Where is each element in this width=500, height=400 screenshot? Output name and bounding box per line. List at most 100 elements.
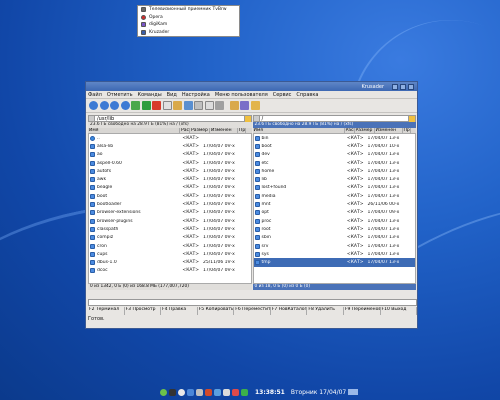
bookmark-star-icon[interactable] (408, 115, 415, 122)
media-icon[interactable] (205, 388, 212, 396)
file-row[interactable]: awk <КАТ> 17/04/07 09...r-x (89, 175, 251, 183)
file-row[interactable]: browser-plugins <КАТ> 17/04/07 09...r-x (89, 217, 251, 225)
file-row[interactable]: boot <КАТ>17/04/07 10...r-x (254, 142, 416, 150)
maximize-button[interactable] (400, 83, 406, 90)
launcher-item-tvbrw[interactable]: Телевизионный приемник TvBrw (138, 6, 239, 14)
file-row[interactable]: bootloader <КАТ> 17/04/07 09...r-x (89, 200, 251, 208)
file-row[interactable]: dev <КАТ>17/04/07 13...r-x (254, 151, 416, 159)
clock-time[interactable]: 13:38:51 (255, 389, 285, 396)
file-row[interactable]: .. <КАТ> (89, 134, 251, 142)
left-path-bar[interactable]: /usr/lib (88, 115, 252, 122)
menu-user[interactable]: Меню пользователя (215, 92, 268, 98)
file-row[interactable]: boot <КАТ> 17/04/07 09...r-x (89, 192, 251, 200)
kmenu-icon[interactable] (160, 388, 167, 396)
desktop-pager-icon[interactable] (348, 389, 359, 395)
col-ext[interactable]: Расш (345, 128, 355, 133)
file-row[interactable]: dcoc <КАТ> 17/04/07 09...r-x (89, 267, 251, 275)
file-row[interactable]: home <КАТ>17/04/07 13...r-x (254, 167, 416, 175)
view-icon[interactable] (215, 101, 224, 110)
terminal-icon[interactable] (169, 388, 176, 396)
launcher-item-digikam[interactable]: digiKam (138, 21, 239, 29)
menu-help[interactable]: Справка (296, 92, 318, 98)
file-row[interactable]: lib <КАТ>17/04/07 13...r-x (254, 175, 416, 183)
col-size[interactable]: Размер (355, 128, 375, 133)
file-row[interactable]: dbus-1.0 <КАТ> 25/11/06 19...r-x (89, 258, 251, 266)
file-row[interactable]: opt <КАТ>17/04/07 09...r-x (254, 209, 416, 217)
file-row[interactable]: mnt <КАТ>26/11/06 00...r-x (254, 200, 416, 208)
col-modified[interactable]: Изменен (375, 128, 403, 133)
file-row[interactable]: bin <КАТ>17/04/07 13...r-x (254, 134, 416, 142)
col-ext[interactable]: Расш (180, 128, 190, 133)
launcher-item-krusader[interactable]: Kruzader (138, 29, 239, 37)
file-row[interactable]: beagle <КАТ> 17/04/07 09...r-x (89, 184, 251, 192)
col-perm[interactable]: Пр (238, 128, 246, 133)
launcher-item-opera[interactable]: Opera (138, 14, 239, 22)
file-row[interactable]: lost+found <КАТ>17/04/07 13...r-x (254, 184, 416, 192)
command-line-input[interactable] (88, 299, 417, 306)
col-name[interactable]: Имя (253, 128, 345, 133)
update-icon[interactable] (241, 388, 248, 396)
edit-icon[interactable] (250, 101, 260, 110)
paste-icon[interactable] (173, 101, 182, 110)
menu-file[interactable]: Файл (88, 92, 102, 98)
window-titlebar[interactable]: Krusader (86, 82, 417, 91)
menu-commands[interactable]: Команды (138, 92, 162, 98)
mail-icon[interactable] (196, 388, 203, 396)
search-icon[interactable] (204, 101, 214, 110)
menu-mark[interactable]: Отметить (107, 92, 133, 98)
tools-icon[interactable] (240, 101, 249, 110)
file-row[interactable]: sys <КАТ>17/04/07 13...r-x (254, 250, 416, 258)
file-row[interactable]: autofs <КАТ> 17/04/07 09...r-x (89, 167, 251, 175)
home-icon[interactable] (120, 101, 130, 110)
copy-icon[interactable] (162, 101, 172, 110)
right-file-list[interactable]: bin<КАТ>17/04/07 13...r-xboot<КАТ>17/04/… (252, 134, 416, 284)
file-row[interactable]: classpath <КАТ> 17/04/07 09...r-x (89, 225, 251, 233)
f4-edit-button[interactable]: F4 Правка (161, 307, 198, 315)
close-button[interactable] (408, 83, 414, 90)
col-perm[interactable]: Пр (403, 128, 411, 133)
menu-settings[interactable]: Настройка (182, 92, 210, 98)
filemanager-icon[interactable] (187, 388, 194, 396)
f7-mkdir-button[interactable]: F7 НовКаталог (270, 307, 308, 315)
network-icon[interactable] (214, 388, 221, 396)
sync-icon[interactable] (183, 101, 193, 110)
delete-icon[interactable] (152, 101, 161, 110)
col-size[interactable]: Размер (190, 128, 210, 133)
file-row[interactable]: sbin <КАТ>17/04/07 13...r-x (254, 234, 416, 242)
file-row[interactable]: root <КАТ>17/04/07 13...r-x (254, 225, 416, 233)
browser-icon[interactable] (178, 388, 185, 396)
forward-icon[interactable] (99, 101, 109, 110)
f9-rename-button[interactable]: F9 Переименовать (343, 307, 381, 315)
check-icon[interactable] (141, 101, 151, 110)
f5-copy-button[interactable]: F5 Копировать (197, 307, 235, 315)
f6-move-button[interactable]: F6 Переместить (234, 307, 271, 315)
file-row[interactable]: media <КАТ>17/04/07 13...r-x (254, 192, 416, 200)
archive-icon[interactable] (229, 101, 239, 110)
new-tab-icon[interactable] (131, 101, 140, 110)
up-icon[interactable] (110, 101, 119, 110)
minimize-button[interactable] (392, 83, 398, 90)
file-row[interactable]: cups <КАТ> 17/04/07 09...r-x (89, 250, 251, 258)
menu-view[interactable]: Вид (167, 92, 177, 98)
f8-delete-button[interactable]: F8 Удалить (307, 307, 344, 315)
file-row[interactable]: srv <КАТ>17/04/07 13...r-x (254, 242, 416, 250)
file-row[interactable]: etc <КАТ>17/04/07 13...r-x (254, 159, 416, 167)
file-row[interactable]: cron <КАТ> 17/04/07 09...r-x (89, 242, 251, 250)
menu-tools[interactable]: Сервис (273, 92, 292, 98)
compare-icon[interactable] (194, 101, 203, 110)
file-row[interactable]: alsa-lib <КАТ> 17/04/07 09...r-x (89, 142, 251, 150)
col-name[interactable]: Имя (88, 128, 180, 133)
file-row[interactable]: ao <КАТ> 17/04/07 09...r-x (89, 151, 251, 159)
file-row[interactable]: tmp <КАТ>17/04/07 13...r-x (253, 258, 415, 267)
file-row[interactable]: aspell-0.60 <КАТ> 17/04/07 09...r-x (89, 159, 251, 167)
left-file-list[interactable]: ..<КАТ>alsa-lib<КАТ>17/04/07 09...r-xao<… (88, 134, 252, 284)
file-row[interactable]: browser-extensions <КАТ> 17/04/07 09...r-x (89, 209, 251, 217)
col-modified[interactable]: Изменен (210, 128, 238, 133)
f2-terminal-button[interactable]: F2 Терминал (88, 307, 125, 315)
clock-date[interactable]: Вторник 17/04/07 (291, 389, 346, 396)
f3-view-button[interactable]: F3 Просмотр (124, 307, 162, 315)
keyboard-layout-icon[interactable] (232, 388, 239, 396)
right-path-bar[interactable]: / (252, 115, 416, 122)
f10-quit-button[interactable]: F10 Выход (380, 307, 418, 315)
volume-icon[interactable] (223, 388, 230, 396)
